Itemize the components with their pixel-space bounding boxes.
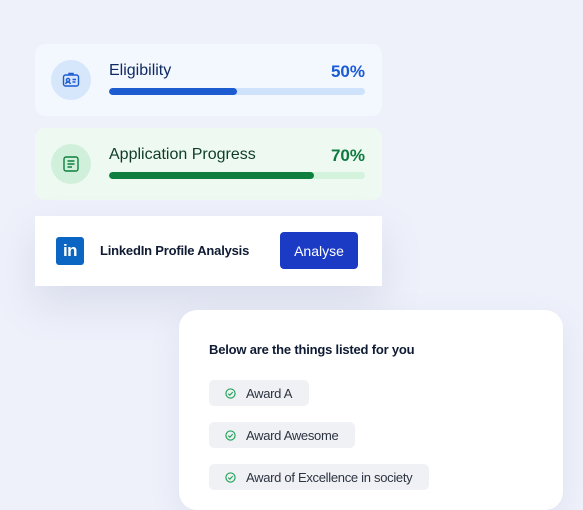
check-circle-icon <box>225 471 236 483</box>
document-list-icon <box>51 144 91 184</box>
list-item: Award of Excellence in society <box>209 464 430 490</box>
list-item-label: Award Awesome <box>246 427 339 443</box>
application-progress-percent: 70% <box>330 146 365 165</box>
eligibility-progress-fill <box>109 88 237 95</box>
recommendations-heading: Below are the things listed for you <box>209 342 415 357</box>
eligibility-title: Eligibility <box>109 62 172 79</box>
list-item: Award Awesome <box>209 422 356 448</box>
application-progress-card: Application Progress 70% <box>35 128 382 200</box>
eligibility-card: Eligibility 50% <box>35 44 382 116</box>
list-item-label: Award A <box>246 385 293 401</box>
application-progress-bar <box>109 172 365 179</box>
application-progress-title: Application Progress <box>109 146 256 163</box>
linkedin-label: LinkedIn Profile Analysis <box>100 243 250 258</box>
application-progress-fill <box>109 172 314 179</box>
eligibility-progress-bar <box>109 88 365 95</box>
recommendations-card: Below are the things listed for you Awar… <box>179 310 563 510</box>
list-item: Award A <box>209 380 310 406</box>
analyse-button[interactable]: Analyse <box>280 232 358 269</box>
id-card-icon <box>51 60 91 100</box>
check-circle-icon <box>225 387 236 399</box>
list-item-label: Award of Excellence in society <box>246 469 413 485</box>
linkedin-icon: in <box>56 237 84 265</box>
linkedin-analysis-card: in LinkedIn Profile Analysis Analyse <box>35 216 382 286</box>
check-circle-icon <box>225 429 236 441</box>
eligibility-percent: 50% <box>330 62 365 81</box>
